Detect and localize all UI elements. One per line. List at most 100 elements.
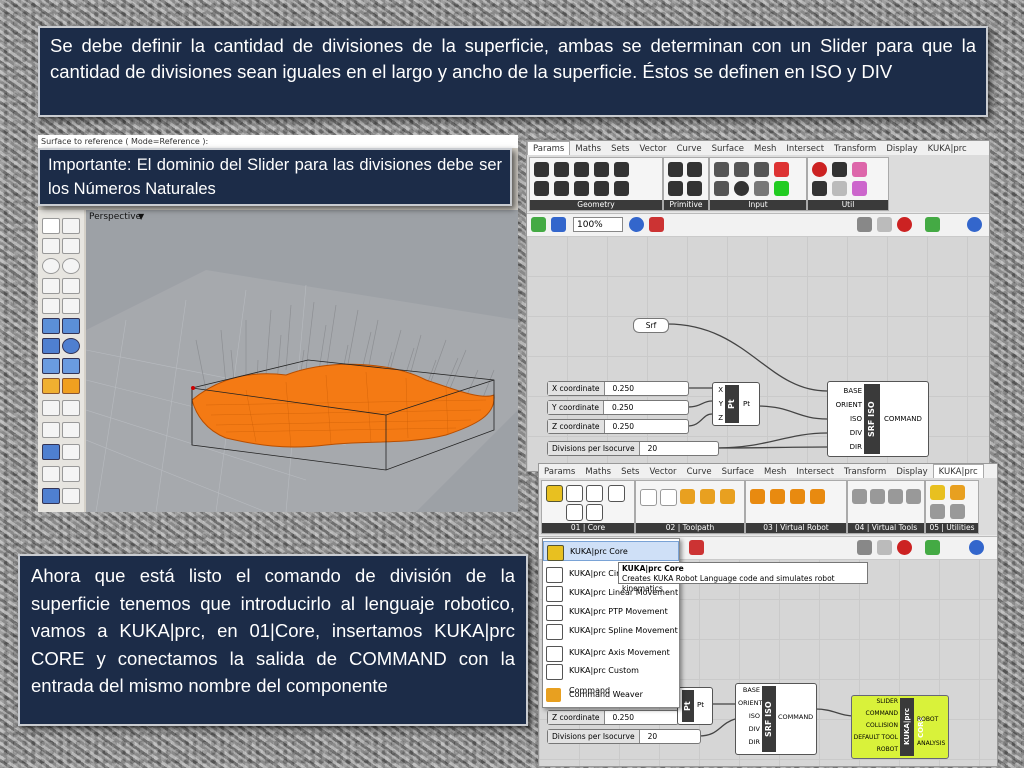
join-tool-icon[interactable] bbox=[42, 422, 60, 438]
point-param-icon[interactable] bbox=[534, 162, 549, 177]
tool-icon-4[interactable] bbox=[906, 489, 921, 504]
transform-tool-icon[interactable] bbox=[42, 378, 60, 394]
boolean-param-icon[interactable] bbox=[668, 162, 683, 177]
selected-only-icon[interactable] bbox=[925, 217, 940, 232]
tab-kukaprc[interactable]: KUKA|prc bbox=[932, 464, 984, 479]
sphere-tool-icon[interactable] bbox=[62, 338, 80, 354]
jumble-icon[interactable] bbox=[852, 162, 867, 177]
save-icon[interactable] bbox=[551, 217, 566, 232]
tab-sets[interactable]: Sets bbox=[616, 465, 644, 479]
arc-tool-icon[interactable] bbox=[42, 278, 60, 294]
srf-iso-component[interactable]: BASE ORIENT ISO DIV DIR SRF ISO COMMAND bbox=[735, 683, 817, 755]
surface-edit-tool-icon[interactable] bbox=[62, 318, 80, 334]
tool-icon-2[interactable] bbox=[870, 489, 885, 504]
robot-icon-1[interactable] bbox=[750, 489, 765, 504]
swatch-icon[interactable] bbox=[774, 162, 789, 177]
display-sphere-icon[interactable] bbox=[969, 540, 984, 555]
lin-icon[interactable] bbox=[566, 504, 583, 521]
utility-icon-4[interactable] bbox=[950, 504, 965, 519]
trim-tool-icon[interactable] bbox=[62, 400, 80, 416]
tab-vector[interactable]: Vector bbox=[634, 142, 671, 156]
utility-icon-1[interactable] bbox=[930, 485, 945, 500]
tab-params[interactable]: Params bbox=[539, 465, 580, 479]
solid-tool-icon[interactable] bbox=[42, 488, 60, 504]
tab-curve[interactable]: Curve bbox=[672, 142, 707, 156]
arc-param-icon[interactable] bbox=[594, 162, 609, 177]
x-coordinate-slider[interactable]: X coordinate 0.250 bbox=[547, 381, 689, 396]
tab-vector[interactable]: Vector bbox=[644, 465, 681, 479]
curve-tool-icon[interactable] bbox=[62, 238, 80, 254]
knob-icon[interactable] bbox=[734, 181, 749, 196]
geometry-param-icon[interactable] bbox=[614, 181, 629, 196]
toolpath-icon-3[interactable] bbox=[680, 489, 695, 504]
integer-param-icon[interactable] bbox=[687, 162, 702, 177]
sketch-icon[interactable] bbox=[649, 217, 664, 232]
menu-item-command-weaver[interactable]: Command Weaver bbox=[543, 685, 679, 705]
menu-item-kukaprc-ptp-movement[interactable]: KUKA|prc PTP Movement bbox=[543, 602, 679, 622]
tab-sets[interactable]: Sets bbox=[606, 142, 634, 156]
fillet-tool-icon[interactable] bbox=[62, 298, 80, 314]
toolpath-icon-2[interactable] bbox=[660, 489, 677, 506]
select-tool-icon[interactable] bbox=[42, 218, 60, 234]
preview-wire-icon[interactable] bbox=[877, 540, 892, 555]
tab-maths[interactable]: Maths bbox=[580, 465, 616, 479]
menu-item-kukaprc-spline-movement[interactable]: KUKA|prc Spline Movement bbox=[543, 621, 679, 641]
box-tool-icon[interactable] bbox=[42, 338, 60, 354]
utility-icon-2[interactable] bbox=[950, 485, 965, 500]
perspective-viewport[interactable]: Perspective ▼ bbox=[86, 210, 518, 512]
tab-surface[interactable]: Surface bbox=[707, 142, 749, 156]
mesh-tool-icon[interactable] bbox=[42, 358, 60, 374]
flask-icon[interactable] bbox=[852, 181, 867, 196]
split-tool-icon[interactable] bbox=[62, 422, 80, 438]
button-icon[interactable] bbox=[754, 162, 769, 177]
tab-maths[interactable]: Maths bbox=[570, 142, 606, 156]
preview-off-icon[interactable] bbox=[857, 217, 872, 232]
menu-item-kukaprc-core[interactable]: KUKA|prc Core bbox=[543, 541, 679, 561]
polyline-tool-icon[interactable] bbox=[42, 238, 60, 254]
rectangle-tool-icon[interactable] bbox=[62, 278, 80, 294]
zoom-select[interactable]: 100% bbox=[573, 217, 623, 232]
polygon-tool-icon[interactable] bbox=[42, 298, 60, 314]
ellipse-tool-icon[interactable] bbox=[62, 258, 80, 274]
construct-point-component[interactable]: Pt Pt bbox=[677, 687, 713, 725]
text-param-icon[interactable] bbox=[687, 181, 702, 196]
utility-icon-3[interactable] bbox=[930, 504, 945, 519]
robot-icon-2[interactable] bbox=[770, 489, 785, 504]
tab-display[interactable]: Display bbox=[891, 465, 932, 479]
tab-kukaprc[interactable]: KUKA|prc bbox=[923, 142, 972, 156]
toggle-icon[interactable] bbox=[734, 162, 749, 177]
z-coordinate-slider[interactable]: Z coordinate 0.250 bbox=[547, 419, 689, 434]
krl-icon[interactable] bbox=[608, 485, 625, 502]
spline-icon[interactable] bbox=[586, 504, 603, 521]
core-icon[interactable] bbox=[546, 485, 563, 502]
tab-curve[interactable]: Curve bbox=[682, 465, 717, 479]
tab-transform[interactable]: Transform bbox=[839, 465, 891, 479]
tab-mesh[interactable]: Mesh bbox=[759, 465, 791, 479]
toolpath-icon-4[interactable] bbox=[700, 489, 715, 504]
y-coordinate-slider[interactable]: Y coordinate 0.250 bbox=[547, 400, 689, 415]
boolean-tool-icon[interactable] bbox=[62, 358, 80, 374]
list-icon[interactable] bbox=[714, 181, 729, 196]
kukaprc-core-component[interactable]: SLIDER COMMAND COLLISION DEFAULT TOOL ROBOT … bbox=[851, 695, 949, 759]
tab-intersect[interactable]: Intersect bbox=[791, 465, 839, 479]
cir-icon[interactable] bbox=[566, 485, 583, 502]
ptp-icon[interactable] bbox=[586, 485, 603, 502]
circle-tool-icon[interactable] bbox=[42, 258, 60, 274]
move-tool-icon[interactable] bbox=[42, 400, 60, 416]
tab-surface[interactable]: Surface bbox=[717, 465, 759, 479]
open-file-icon[interactable] bbox=[531, 217, 546, 232]
tree-icon[interactable] bbox=[812, 181, 827, 196]
number-param-icon[interactable] bbox=[668, 181, 683, 196]
cherry-icon[interactable] bbox=[812, 162, 827, 177]
construct-point-component[interactable]: XYZ Pt Pt bbox=[712, 382, 760, 426]
preview-off-icon[interactable] bbox=[857, 540, 872, 555]
z-coordinate-slider[interactable]: Z coordinate 0.250 bbox=[547, 710, 679, 725]
surface-tool-icon[interactable] bbox=[42, 318, 60, 334]
menu-item-kukaprc-custom-command[interactable]: KUKA|prc Custom Command bbox=[543, 661, 679, 695]
field-param-icon[interactable] bbox=[594, 181, 609, 196]
mesh-param-icon[interactable] bbox=[574, 181, 589, 196]
vector-param-icon[interactable] bbox=[554, 162, 569, 177]
tab-transform[interactable]: Transform bbox=[829, 142, 881, 156]
text-tool-icon[interactable] bbox=[42, 444, 60, 460]
menu-item-kukaprc-axis-movement[interactable]: KUKA|prc Axis Movement bbox=[543, 643, 679, 663]
